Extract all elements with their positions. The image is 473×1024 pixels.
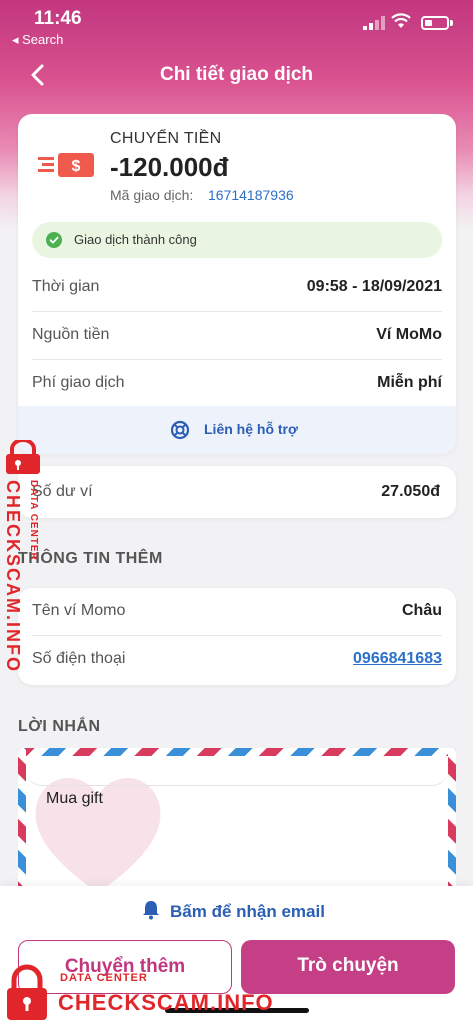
message-title: LỜI NHẮN xyxy=(18,718,101,735)
lock-icon xyxy=(6,440,40,474)
info-row-wallet-name: Tên ví Momo Châu xyxy=(32,588,442,636)
phone-link[interactable]: 0966841683 xyxy=(353,650,442,668)
watermark-sub-text: DATA CENTER xyxy=(60,972,148,984)
envelope-stripe-left xyxy=(18,748,26,898)
detail-value: Ví MoMo xyxy=(376,326,442,343)
transaction-type: CHUYỂN TIỀN xyxy=(110,130,222,147)
battery-tip xyxy=(450,20,453,26)
watermark-bottom: DATA CENTER CHECKSCAM.INFO xyxy=(0,960,300,1024)
transaction-amount: -120.000đ xyxy=(110,152,229,182)
detail-row-source: Nguồn tiền Ví MoMo xyxy=(32,312,442,360)
heart-decoration xyxy=(35,778,161,893)
message-text: Mua gift xyxy=(46,790,103,807)
lock-icon xyxy=(7,964,47,1020)
watermark-main-text: CHECKSCAM.INFO xyxy=(58,990,274,1015)
extra-info-card: Tên ví Momo Châu Số điện thoại 096684168… xyxy=(18,588,456,685)
detail-label: Thời gian xyxy=(32,278,100,295)
check-circle-icon xyxy=(46,232,62,248)
back-to-app-link[interactable]: ◂ Search xyxy=(12,32,63,48)
svg-text:$: $ xyxy=(72,158,81,175)
wifi-icon xyxy=(391,13,411,28)
envelope-stripe-top xyxy=(18,748,456,756)
page-title: Chi tiết giao dịch xyxy=(159,64,314,85)
message-envelope: Mua gift xyxy=(18,748,456,898)
watermark-main-text: CHECKSCAM.INFO xyxy=(3,480,23,673)
lifebuoy-icon xyxy=(170,420,190,440)
status-text: Giao dịch thành công xyxy=(74,232,197,247)
detail-label: Nguồn tiền xyxy=(32,326,110,343)
money-transfer-icon: $ xyxy=(38,153,94,177)
balance-value: 27.050đ xyxy=(381,483,440,500)
watermark-vertical: CHECKSCAM.INFO DATA CENTER xyxy=(0,440,50,673)
status-badge: Giao dịch thành công xyxy=(32,222,442,258)
transaction-code-label: Mã giao dịch: xyxy=(110,187,194,203)
transaction-code[interactable]: 16714187936 xyxy=(208,187,294,203)
watermark-sub-text: DATA CENTER xyxy=(28,480,39,561)
info-row-phone: Số điện thoại 0966841683 xyxy=(32,636,442,684)
status-time: 11:46 xyxy=(34,8,82,29)
transaction-card: $ CHUYỂN TIỀN -120.000đ Mã giao dịch: 16… xyxy=(18,114,456,454)
envelope-stripe-right xyxy=(448,748,456,898)
detail-row-fee: Phí giao dịch Miễn phí xyxy=(32,360,442,408)
support-button[interactable]: Liên hệ hỗ trợ xyxy=(18,406,456,454)
info-value: Châu xyxy=(402,602,442,619)
status-bar: 11:46 ◂ Search xyxy=(0,0,473,50)
signal-icon xyxy=(363,16,385,30)
balance-card: Số dư ví 27.050đ xyxy=(18,466,456,518)
battery-icon xyxy=(421,16,449,30)
detail-label: Phí giao dịch xyxy=(32,374,125,391)
bell-icon xyxy=(143,901,159,920)
detail-value: 09:58 - 18/09/2021 xyxy=(306,278,442,295)
detail-value: Miễn phí xyxy=(377,374,442,391)
email-receipt-link[interactable]: Bấm để nhận email xyxy=(170,902,325,922)
envelope-flap xyxy=(26,756,448,786)
support-label: Liên hệ hỗ trợ xyxy=(204,421,298,437)
detail-row-time: Thời gian 09:58 - 18/09/2021 xyxy=(32,264,442,312)
